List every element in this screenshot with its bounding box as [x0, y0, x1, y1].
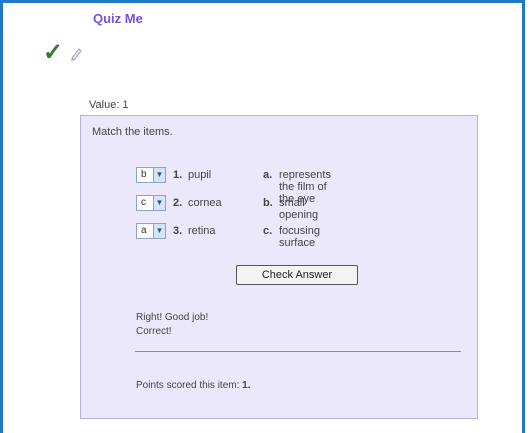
value-label: Value: 1 [89, 99, 129, 111]
item-number: 1. [173, 169, 183, 181]
item-term: cornea [188, 197, 222, 209]
option-letter: b. [263, 197, 273, 209]
answer-select-value: a [141, 225, 147, 236]
option-letter: c. [263, 225, 273, 237]
question-instruction: Match the items. [92, 126, 173, 138]
option-definition: small opening [279, 197, 319, 221]
check-answer-button[interactable]: Check Answer [236, 265, 358, 285]
points-scored: Points scored this item: 1. [136, 380, 251, 391]
item-number: 2. [173, 197, 183, 209]
chevron-down-icon[interactable]: ▼ [153, 168, 165, 182]
option-letter: a. [263, 169, 273, 181]
item-term: pupil [188, 169, 212, 181]
item-term: retina [188, 225, 216, 237]
chevron-down-icon[interactable]: ▼ [153, 196, 165, 210]
quiz-title[interactable]: Quiz Me [93, 11, 143, 26]
content-frame: Quiz Me ✓ Value: 1 Match the items. b ▼ … [0, 0, 525, 433]
answer-select[interactable]: c ▼ [136, 195, 166, 211]
points-value: 1. [242, 380, 251, 391]
checkmark-icon: ✓ [43, 39, 64, 66]
feedback-message: Right! Good job! [136, 312, 209, 323]
chevron-down-icon[interactable]: ▼ [153, 224, 165, 238]
pencil-icon[interactable] [69, 47, 83, 61]
answer-select[interactable]: a ▼ [136, 223, 166, 239]
question-panel: Match the items. b ▼ 1. pupil a. represe… [80, 115, 478, 419]
divider [135, 351, 461, 352]
answer-select[interactable]: b ▼ [136, 167, 166, 183]
answer-select-value: c [141, 197, 146, 208]
points-label: Points scored this item: [136, 380, 240, 391]
item-number: 3. [173, 225, 183, 237]
feedback-status: Correct! [136, 326, 172, 337]
option-definition: focusing surface [279, 225, 320, 249]
answer-select-value: b [141, 169, 147, 180]
